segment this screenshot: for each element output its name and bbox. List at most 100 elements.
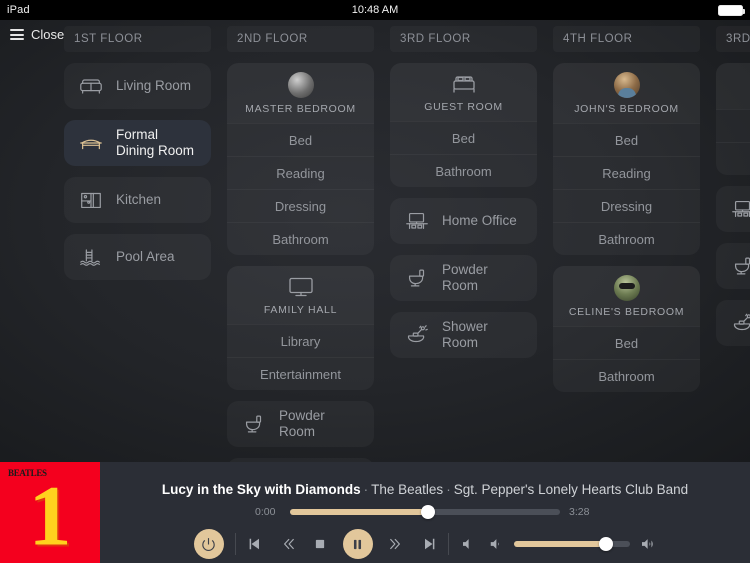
stop-button[interactable] <box>311 535 329 553</box>
room-card[interactable]: Shower Room <box>390 312 537 358</box>
room-group-card[interactable]: CELINE'S BEDROOM Bed Bathroom <box>553 266 700 392</box>
room-card[interactable] <box>716 300 750 346</box>
room-zone-item[interactable]: Bathroom <box>553 222 700 255</box>
room-zone-item[interactable]: Bathroom <box>227 222 374 255</box>
room-row[interactable]: Home Office <box>390 198 537 244</box>
seek-thumb[interactable] <box>420 505 435 519</box>
room-group-card[interactable]: GUEST ROOM Bed Bathroom <box>390 63 537 187</box>
transport-controls <box>100 526 750 562</box>
room-row[interactable]: Living Room <box>64 63 211 109</box>
floor-header[interactable]: 3RD F <box>716 26 750 52</box>
room-zone-item[interactable]: Dressing <box>553 189 700 222</box>
volume-slider[interactable] <box>513 537 630 551</box>
room-card[interactable] <box>716 243 750 289</box>
room-zone-item[interactable]: Bathroom <box>553 359 700 392</box>
room-card[interactable]: Pool Area <box>64 234 211 280</box>
room-row[interactable]: Powder Room <box>390 255 537 301</box>
track-separator-1: · <box>363 482 369 497</box>
toilet-icon <box>730 255 750 277</box>
volume-down-button[interactable] <box>487 535 505 553</box>
desk-computer-icon <box>730 198 750 220</box>
tv-icon <box>286 275 316 299</box>
floor-header[interactable]: 3RD FLOOR <box>390 26 537 52</box>
room-row[interactable]: Shower Room <box>390 312 537 358</box>
room-zone-item[interactable]: Bed <box>553 123 700 156</box>
player-body: Lucy in the Sky with Diamonds · The Beatle… <box>100 462 750 563</box>
room-zone-item[interactable]: Dressing <box>227 189 374 222</box>
album-number-label: 1 <box>28 467 72 563</box>
track-title: Lucy in the Sky with Diamonds <box>161 482 361 497</box>
volume-up-button[interactable] <box>639 535 657 553</box>
room-group-card[interactable]: FAMILY HALL Library Entertainment <box>227 266 374 390</box>
previous-track-button[interactable] <box>247 535 265 553</box>
room-zone-item[interactable]: Bed <box>227 123 374 156</box>
avatar <box>613 275 640 301</box>
room-group-header[interactable]: FAMILY HALL <box>227 266 374 324</box>
room-card[interactable]: Powder Room <box>227 401 374 447</box>
room-group-card[interactable]: MASTER BEDROOM Bed Reading Dressing Bathroom <box>227 63 374 255</box>
controls-divider-1 <box>234 533 236 555</box>
room-card[interactable]: Formal Dining Room <box>64 120 211 166</box>
room-row[interactable]: Pool Area <box>64 234 211 280</box>
room-row[interactable] <box>716 243 750 289</box>
fast-forward-button[interactable] <box>387 535 405 553</box>
elapsed-time: 0:00 <box>255 506 276 518</box>
volume-up-icon <box>641 539 653 549</box>
room-group-header[interactable]: JOHN'S BEDROOM <box>553 63 700 123</box>
room-row[interactable]: Kitchen <box>64 177 211 223</box>
seek-fill <box>290 509 428 515</box>
toilet-icon <box>241 413 267 435</box>
room-zone-item[interactable]: Library <box>227 324 374 357</box>
room-row[interactable] <box>716 300 750 346</box>
rewind-button[interactable] <box>279 535 297 553</box>
mute-button[interactable] <box>460 535 478 553</box>
battery-icon <box>718 4 745 16</box>
room-label: Shower Room <box>442 318 488 350</box>
track-artist: The Beatles <box>371 482 444 497</box>
room-group-title: CELINE'S BEDROOM <box>568 306 685 318</box>
mute-icon <box>462 539 474 549</box>
floor-header[interactable]: 2ND FLOOR <box>227 26 374 52</box>
room-zone-item[interactable]: Bed <box>390 121 537 154</box>
room-card[interactable]: Powder Room <box>390 255 537 301</box>
room-group-header[interactable] <box>716 63 750 109</box>
room-row[interactable]: Formal Dining Room <box>64 120 211 166</box>
room-card[interactable] <box>716 186 750 232</box>
volume-fill <box>513 541 607 547</box>
status-battery <box>718 4 745 16</box>
room-group-header[interactable]: CELINE'S BEDROOM <box>553 266 700 326</box>
room-zone-item[interactable] <box>716 142 750 175</box>
room-zone-item[interactable]: Reading <box>227 156 374 189</box>
room-zone-item[interactable]: Bed <box>553 326 700 359</box>
room-group-header[interactable]: GUEST ROOM <box>390 63 537 121</box>
pause-button[interactable] <box>342 529 373 559</box>
kitchen-icon <box>78 189 104 211</box>
app-root: iPad 10:48 AM Close 1ST FLOOR Living Room… <box>0 0 750 563</box>
room-group-card[interactable] <box>716 63 750 175</box>
room-row[interactable] <box>716 186 750 232</box>
room-group-title: JOHN'S BEDROOM <box>574 103 679 115</box>
room-zone-item[interactable]: Reading <box>553 156 700 189</box>
status-clock: 10:48 AM <box>351 4 399 16</box>
room-label: Kitchen <box>116 191 162 207</box>
next-track-button[interactable] <box>419 535 437 553</box>
room-card[interactable]: Living Room <box>64 63 211 109</box>
floor-header[interactable]: 1ST FLOOR <box>64 26 211 52</box>
pool-ladder-icon <box>78 246 104 268</box>
room-card[interactable]: Kitchen <box>64 177 211 223</box>
track-separator-2: · <box>446 482 451 497</box>
room-card[interactable]: Home Office <box>390 198 537 244</box>
room-group-header[interactable]: MASTER BEDROOM <box>227 63 374 123</box>
seek-slider[interactable] <box>290 505 560 519</box>
ios-status-bar: iPad 10:48 AM <box>0 0 750 20</box>
room-row[interactable]: Powder Room <box>227 401 374 447</box>
floor-header[interactable]: 4TH FLOOR <box>553 26 700 52</box>
album-artwork[interactable]: BEATLES 1 <box>0 462 100 563</box>
duration-time: 3:28 <box>569 506 590 518</box>
volume-thumb[interactable] <box>599 537 614 551</box>
room-zone-item[interactable]: Entertainment <box>227 357 374 390</box>
room-group-card[interactable]: JOHN'S BEDROOM Bed Reading Dressing Bathroom <box>553 63 700 255</box>
room-zone-item[interactable] <box>716 109 750 142</box>
power-button[interactable] <box>193 529 224 559</box>
room-zone-item[interactable]: Bathroom <box>390 154 537 187</box>
